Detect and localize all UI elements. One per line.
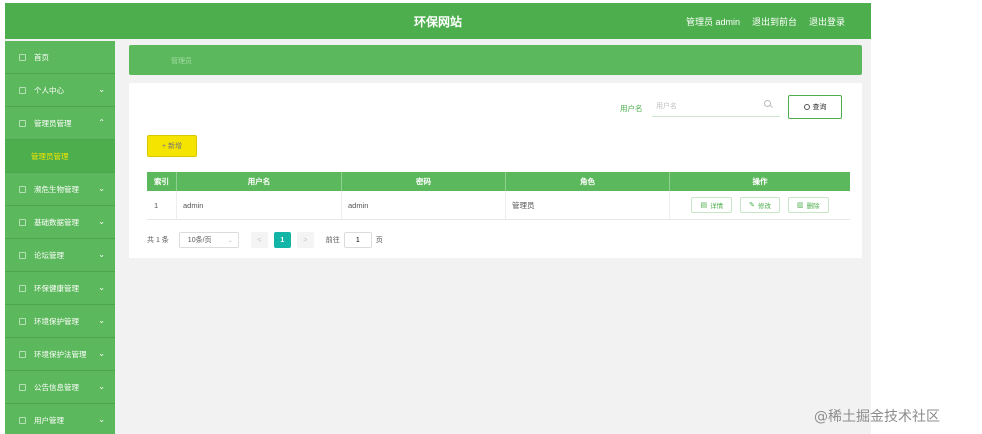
menu-icon	[19, 218, 26, 226]
current-page-button[interactable]: 1	[273, 232, 291, 248]
menu-icon	[19, 350, 26, 358]
sidebar-item-personal-center[interactable]: 个人中心 ⌄	[5, 74, 115, 107]
username-search-input[interactable]	[652, 97, 780, 117]
sidebar-item-admin-management[interactable]: 管理员管理 ⌃	[5, 107, 115, 140]
table-header: 索引 用户名 密码 角色 操作	[147, 172, 850, 191]
breadcrumb-current[interactable]: 管理员	[171, 56, 192, 66]
sidebar-item-home[interactable]: 首页	[5, 41, 115, 74]
cell-role: 管理员	[506, 191, 670, 219]
logout-link[interactable]: 退出登录	[809, 15, 845, 28]
chevron-down-icon: ⌄	[98, 217, 105, 226]
prev-page-button[interactable]: <	[250, 232, 268, 248]
sidebar-item-label: 公告信息管理	[34, 382, 79, 392]
edit-button-label: 修改	[757, 203, 771, 210]
sidebar-item-endangered-species[interactable]: 濒危生物管理 ⌄	[5, 173, 115, 206]
sidebar-item-label: 用户管理	[34, 415, 64, 425]
sidebar-item-users[interactable]: 用户管理 ⌄	[5, 404, 115, 434]
chevron-down-icon: ⌄	[98, 250, 105, 259]
add-button[interactable]: + 新增	[147, 135, 197, 157]
sidebar-item-label: 环境保护管理	[34, 316, 79, 326]
chevron-down-icon: ⌄	[98, 85, 105, 94]
column-header-role: 角色	[506, 172, 670, 191]
chevron-down-icon: ⌄	[98, 184, 105, 193]
sidebar-subitem-admin-management[interactable]: 管理员管理	[5, 140, 115, 173]
sidebar-item-label: 环保健康管理	[34, 283, 79, 293]
sidebar-item-eco-health[interactable]: 环保健康管理 ⌄	[5, 272, 115, 305]
menu-icon	[19, 185, 26, 193]
cell-index: 1	[147, 191, 177, 219]
menu-icon	[19, 317, 26, 325]
home-icon	[19, 53, 26, 61]
chevron-down-icon: ⌄	[98, 382, 105, 391]
search-icon	[764, 100, 771, 107]
page-size-value: 10条/页	[187, 237, 212, 244]
chevron-down-icon: ⌄	[98, 415, 105, 424]
delete-button-label: 删除	[806, 203, 820, 210]
sidebar-item-label: 论坛管理	[34, 250, 64, 260]
chevron-up-icon: ⌃	[98, 118, 105, 127]
chevron-down-icon: ⌄	[98, 283, 105, 292]
pagination: 共 1 条 10条/页 ⌄ < 1 > 前往 页	[147, 232, 383, 248]
app-window: 环保网站 管理员 admin 退出到前台 退出登录 首页 个人中心 ⌄ 管理员管…	[5, 3, 871, 434]
menu-icon	[19, 251, 26, 259]
next-page-button[interactable]: >	[296, 232, 314, 248]
sidebar-item-label: 基础数据管理	[34, 217, 79, 227]
column-header-actions: 操作	[752, 177, 768, 186]
sidebar-item-label: 首页	[34, 52, 49, 62]
sidebar-item-label: 环境保护法管理	[34, 349, 87, 359]
sidebar-item-env-protection[interactable]: 环境保护管理 ⌄	[5, 305, 115, 338]
header-actions: 管理员 admin 退出到前台 退出登录	[686, 15, 845, 28]
document-icon: ▤	[700, 202, 708, 209]
goto-page-input[interactable]	[343, 232, 372, 248]
chevron-down-icon: ⌄	[227, 237, 233, 244]
main-panel: 用户名 查询 + 新增 索引 用户名 密码 角色 操作 1 admin admi…	[129, 83, 862, 258]
sidebar-item-forum[interactable]: 论坛管理 ⌄	[5, 239, 115, 272]
cell-actions: ▤ 详情 ✎ 修改 ▥ 删除	[670, 191, 850, 219]
watermark: @稀土掘金技术社区	[814, 409, 940, 425]
chevron-down-icon: ⌄	[98, 349, 105, 358]
column-header-index: 索引	[147, 172, 177, 191]
user-icon	[19, 86, 26, 94]
edit-button[interactable]: ✎ 修改	[740, 197, 780, 213]
breadcrumb: 管理员	[129, 45, 862, 75]
query-button[interactable]: 查询	[788, 95, 842, 119]
admin-table: 索引 用户名 密码 角色 操作 1 admin admin 管理员 ▤ 详情 ✎	[147, 172, 850, 220]
delete-button[interactable]: ▥ 删除	[787, 197, 829, 213]
column-header-password: 密码	[342, 172, 506, 191]
table-row: 1 admin admin 管理员 ▤ 详情 ✎ 修改 ▥ 删除	[147, 191, 850, 220]
sidebar-item-label: 个人中心	[34, 85, 64, 95]
cell-username: admin	[177, 191, 342, 219]
goto-label: 前往	[325, 237, 340, 244]
sidebar-item-label: 濒危生物管理	[34, 184, 79, 194]
cell-password: admin	[342, 191, 506, 219]
detail-button[interactable]: ▤ 详情	[691, 197, 733, 213]
users-icon	[19, 416, 26, 424]
menu-icon	[19, 383, 26, 391]
sidebar-item-label: 管理员管理	[34, 118, 72, 128]
trash-icon: ▥	[796, 202, 804, 209]
current-user-label: 管理员 admin	[685, 17, 740, 27]
chevron-down-icon: ⌄	[98, 316, 105, 325]
exit-to-front-link[interactable]: 退出到前台	[752, 15, 797, 28]
query-button-label: 查询	[812, 104, 827, 111]
pencil-icon: ✎	[749, 202, 755, 209]
search-icon	[803, 104, 810, 110]
page-unit-label: 页	[375, 237, 383, 244]
admin-icon	[19, 119, 26, 127]
search-label: 用户名	[620, 104, 643, 113]
sidebar-item-announcements[interactable]: 公告信息管理 ⌄	[5, 371, 115, 404]
detail-button-label: 详情	[710, 203, 724, 210]
menu-icon	[19, 284, 26, 292]
column-header-username: 用户名	[177, 172, 342, 191]
page-size-select[interactable]: 10条/页 ⌄	[178, 232, 239, 248]
pagination-total: 共 1 条	[147, 237, 169, 244]
sidebar-item-base-data[interactable]: 基础数据管理 ⌄	[5, 206, 115, 239]
top-header: 环保网站 管理员 admin 退出到前台 退出登录	[5, 3, 871, 39]
sidebar: 首页 个人中心 ⌄ 管理员管理 ⌃ 管理员管理 濒危生物管理 ⌄ 基础数据管理 …	[5, 41, 115, 434]
sidebar-item-env-law[interactable]: 环境保护法管理 ⌄	[5, 338, 115, 371]
